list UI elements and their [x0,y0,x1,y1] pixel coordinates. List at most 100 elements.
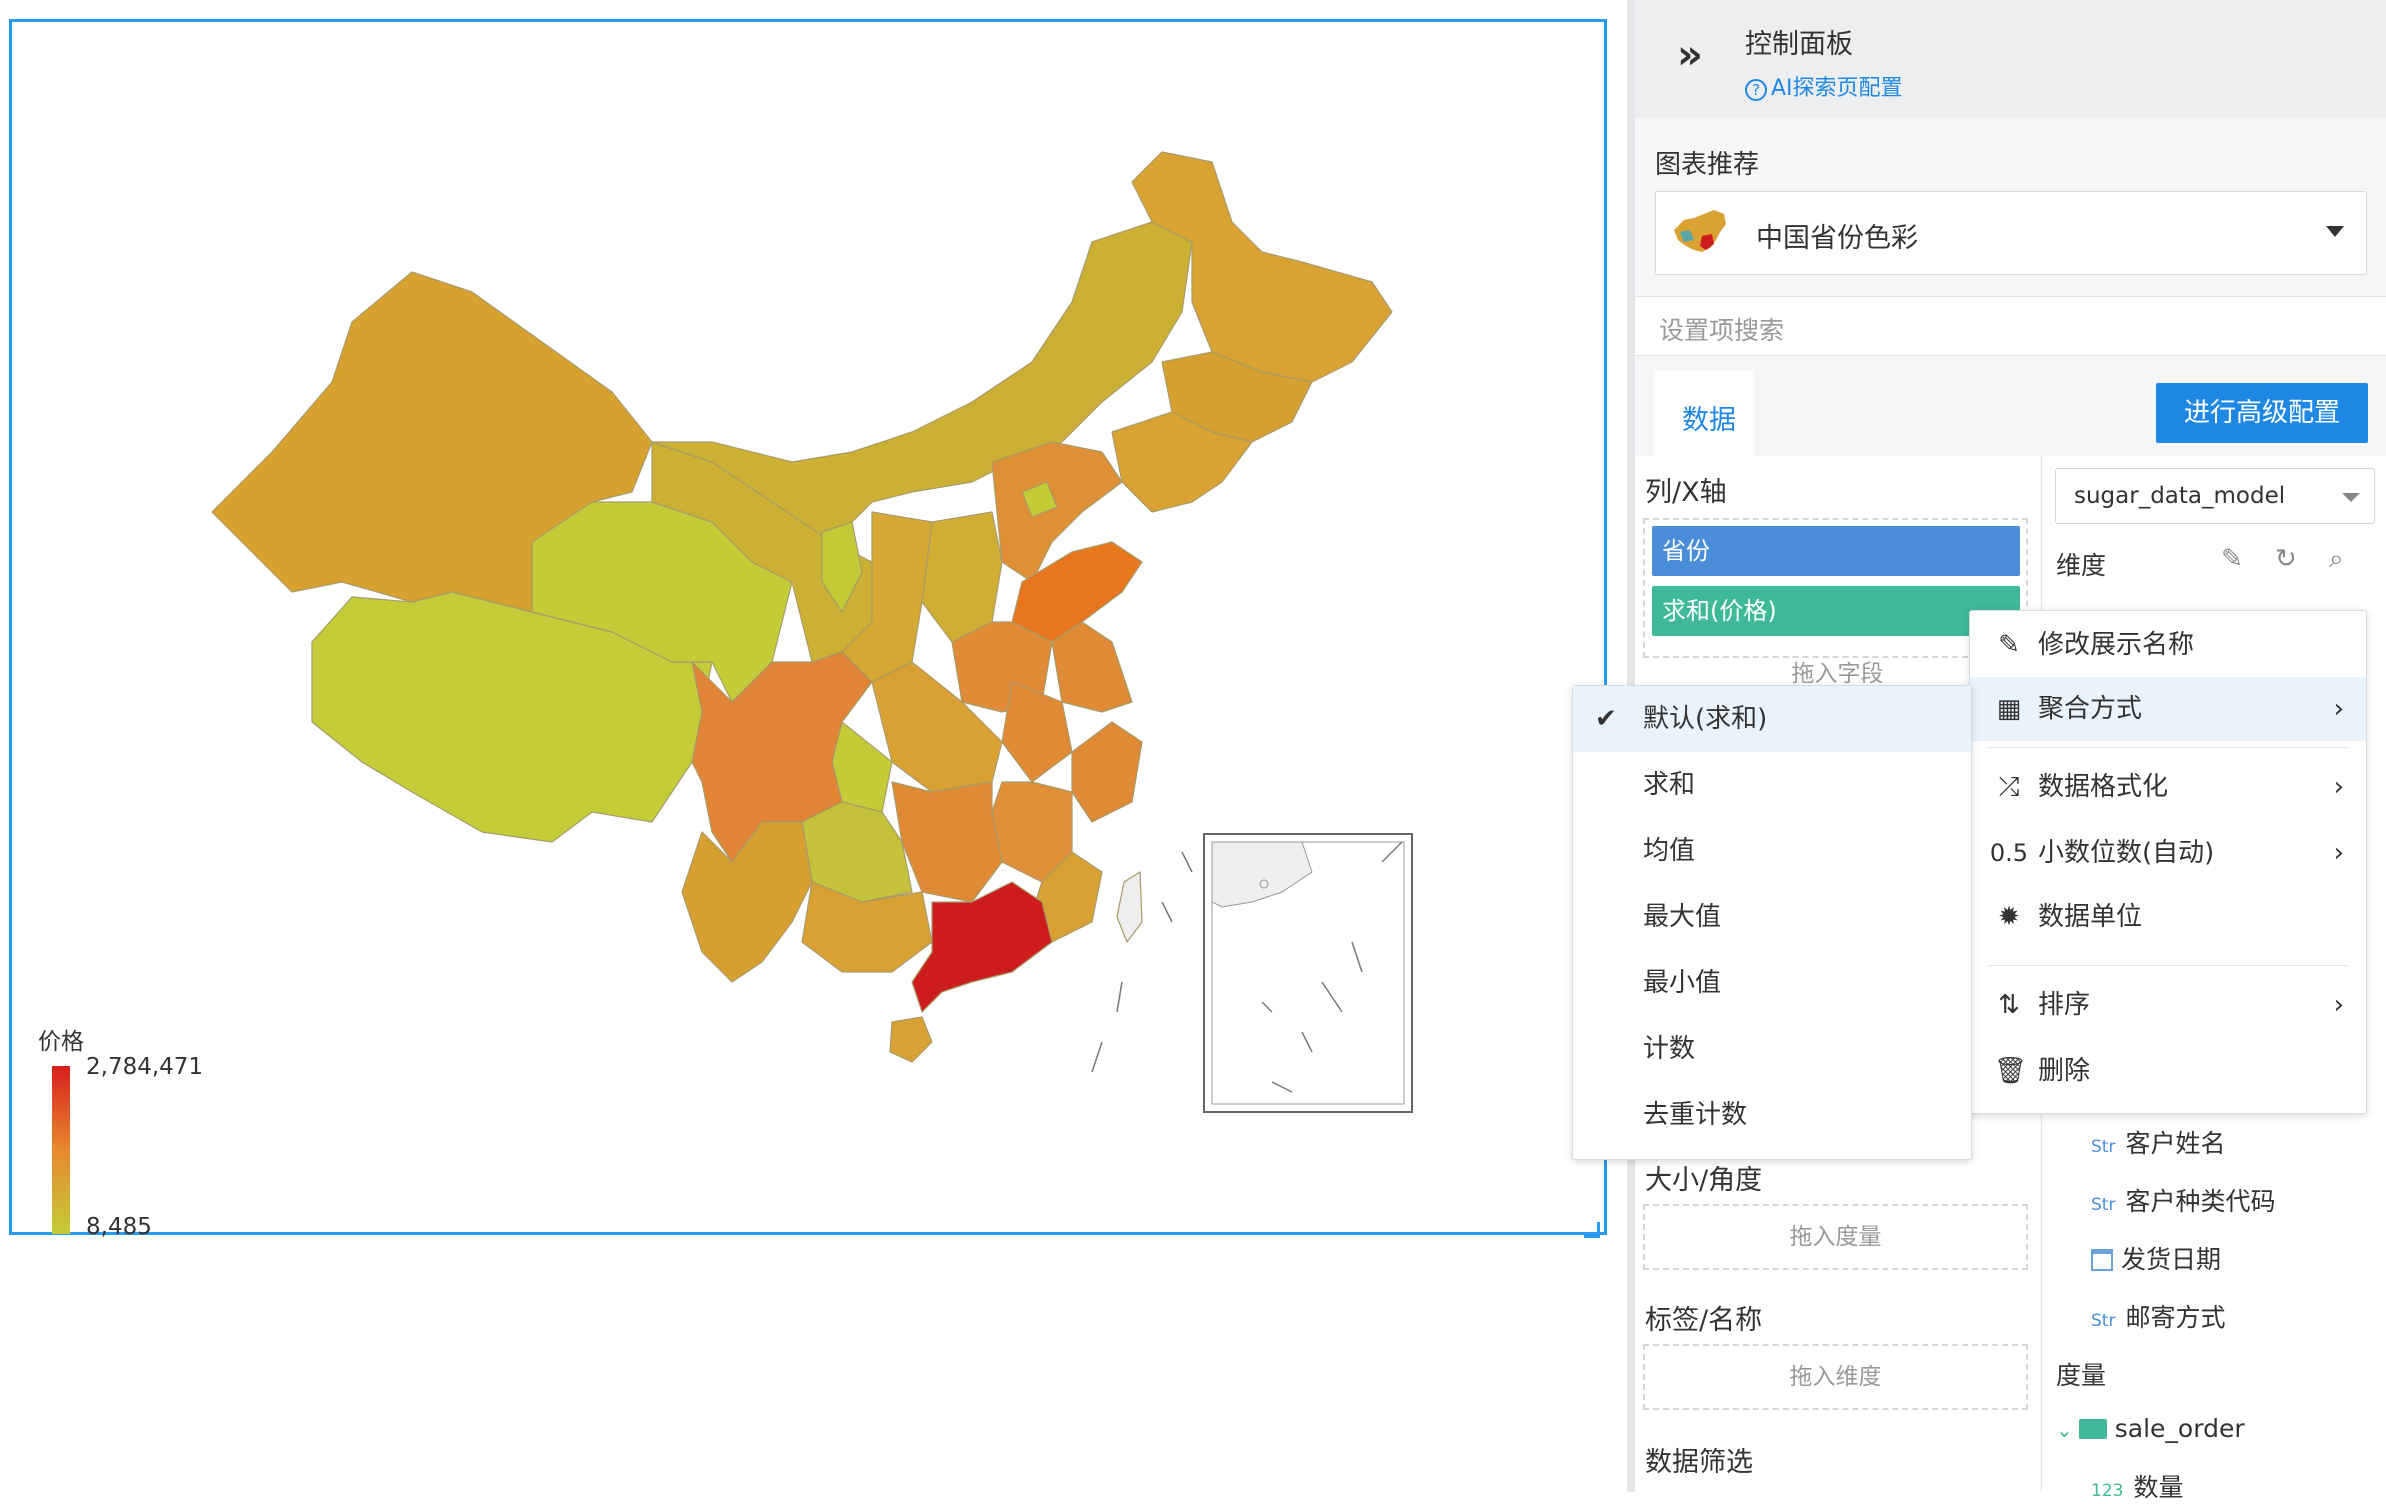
collapse-arrows-icon[interactable]: » [1677,32,1703,78]
panel-title: 控制面板 [1745,29,1853,60]
south-china-sea-inset [1203,833,1413,1113]
data-model-select[interactable]: sugar_data_model [2055,468,2375,524]
tab-data[interactable]: 数据 [1654,370,1754,456]
number-type-icon: 123 [2091,1481,2124,1501]
search-icon[interactable]: ⌕ [2329,544,2344,575]
check-icon: ✔ [1595,704,1617,734]
data-filter-label: 数据筛选 [1645,1447,1753,1478]
agg-option-label: 去重计数 [1643,1100,1748,1130]
legend-title: 价格 [38,1029,84,1055]
tab-data-label: 数据 [1682,405,1736,436]
agg-option-label: 默认(求和) [1643,704,1768,734]
menu-item-label: 聚合方式 [2038,694,2143,724]
refresh-icon[interactable]: ↻ [2275,544,2297,574]
advanced-config-button[interactable]: 进行高级配置 [2156,383,2368,443]
field-item[interactable]: Str 客户种类代码 [2091,1182,2275,1218]
menu-item-label: 删除 [2038,1056,2091,1086]
trash-icon: 🗑 [1994,1056,2028,1086]
field-name: 客户种类代码 [2125,1187,2276,1216]
agg-option-max[interactable]: 最大值 [1573,884,1971,950]
field-name: 客户姓名 [2125,1129,2226,1158]
field-pill-sum-price[interactable]: 求和(价格) [1652,586,2020,636]
agg-option-count[interactable]: 计数 [1573,1016,1971,1082]
edit-icon: ✎ [1998,630,2020,660]
chart-type-select[interactable]: 中国省份色彩 [1655,191,2367,275]
field-item[interactable]: Str 邮寄方式 [2091,1298,2225,1334]
field-item[interactable]: 发货日期 [2091,1240,2221,1276]
data-model-value: sugar_data_model [2074,483,2286,509]
region-yunnan [681,821,813,983]
sort-icon: ⇅ [1998,990,2020,1020]
chevron-right-icon: › [2333,694,2344,724]
calendar-icon [2091,1249,2113,1271]
menu-item-rename[interactable]: ✎ 修改展示名称 [1970,613,2366,677]
legend-color-bar [52,1066,70,1234]
chevron-down-icon [2326,226,2344,237]
agg-option-default[interactable]: ✔ 默认(求和) [1573,686,1971,752]
agg-option-label: 求和 [1643,770,1696,800]
folder-open-icon [2078,1419,2107,1439]
chart-canvas[interactable]: 价格 2,784,471 8,485 [9,19,1610,1240]
china-choropleth-map[interactable] [12,22,1610,1238]
chevron-right-icon: › [2333,838,2344,868]
region-zhejiang [1071,721,1143,823]
field-context-menu: ✎ 修改展示名称 ▦ 聚合方式 › ⤮ 数据格式化 › 0.5 小数位数(自动) › ✹ 数据单… [1969,610,2367,1114]
field-pill-province[interactable]: 省份 [1652,526,2020,576]
legend-max-value: 2,784,471 [86,1054,204,1080]
field-name: 发货日期 [2121,1245,2222,1274]
menu-item-aggregation[interactable]: ▦ 聚合方式 › [1970,677,2366,741]
legend-min-value: 8,485 [86,1214,152,1240]
menu-divider [1988,747,2348,748]
field-name: 邮寄方式 [2125,1303,2226,1332]
menu-item-label: 数据单位 [2038,902,2143,932]
settings-search-input[interactable]: 设置项搜索 [1635,296,2386,356]
str-type-icon: Str [2091,1311,2116,1331]
str-type-icon: Str [2091,1195,2116,1215]
str-type-icon: Str [2091,1137,2116,1157]
menu-item-label: 修改展示名称 [2038,630,2195,660]
menu-item-label: 小数位数(自动) [2038,838,2215,868]
menu-item-delete[interactable]: 🗑 删除 [1970,1039,2366,1103]
agg-option-distinct-count[interactable]: 去重计数 [1573,1082,1971,1148]
label-name-dropzone[interactable]: 拖入维度 [1643,1344,2028,1410]
measure-item[interactable]: 123 数量 [2091,1468,2183,1504]
menu-item-decimals[interactable]: 0.5 小数位数(自动) › [1970,821,2366,885]
menu-item-sort[interactable]: ⇅ 排序 › [1970,973,2366,1037]
size-angle-dropzone[interactable]: 拖入度量 [1643,1204,2028,1270]
chart-type-value: 中国省份色彩 [1756,223,1918,254]
measure-label: 度量 [2056,1361,2107,1390]
china-map-thumbnail-icon [1674,210,1726,252]
field-item[interactable]: Str 客户姓名 [2091,1124,2225,1160]
calculator-icon: ▦ [1996,694,2022,724]
agg-option-sum[interactable]: 求和 [1573,752,1971,818]
pencil-icon[interactable]: ✎ [2221,544,2243,574]
menu-item-label: 排序 [2038,990,2091,1020]
chevron-right-icon: › [2333,772,2344,802]
agg-option-avg[interactable]: 均值 [1573,818,1971,884]
measure-name: 数量 [2133,1473,2184,1502]
region-guangdong [911,881,1053,1013]
region-taiwan [1116,871,1143,943]
chevron-down-icon: ⌄ [2056,1418,2073,1442]
measure-group-item[interactable]: ⌄ sale_order [2056,1414,2245,1443]
size-angle-label: 大小/角度 [1645,1165,1763,1196]
panel-header: » 控制面板 ? AI探索页配置 [1635,0,2386,118]
decimal-icon: 0.5 [1989,839,2029,867]
menu-divider [1988,965,2348,966]
measure-group-name: sale_order [2114,1414,2245,1443]
agg-option-min[interactable]: 最小值 [1573,950,1971,1016]
menu-item-data-format[interactable]: ⤮ 数据格式化 › [1970,755,2366,819]
agg-option-label: 最小值 [1643,968,1722,998]
chart-recommend-label: 图表推荐 [1655,150,1760,180]
dimension-label: 维度 [2056,551,2107,580]
agg-option-label: 最大值 [1643,902,1722,932]
shuffle-icon: ⤮ [1998,772,2020,802]
resize-handle[interactable] [1584,1222,1600,1238]
region-hainan [889,1016,933,1063]
ai-config-link[interactable]: ? AI探索页配置 [1745,70,1903,102]
menu-item-label: 数据格式化 [2038,772,2169,802]
column-x-axis-label: 列/X轴 [1645,477,1727,508]
chevron-right-icon: › [2333,990,2344,1020]
menu-item-data-unit[interactable]: ✹ 数据单位 [1970,885,2366,949]
aggregation-submenu: ✔ 默认(求和) 求和 均值 最大值 最小值 计数 去重计数 [1572,685,1972,1160]
